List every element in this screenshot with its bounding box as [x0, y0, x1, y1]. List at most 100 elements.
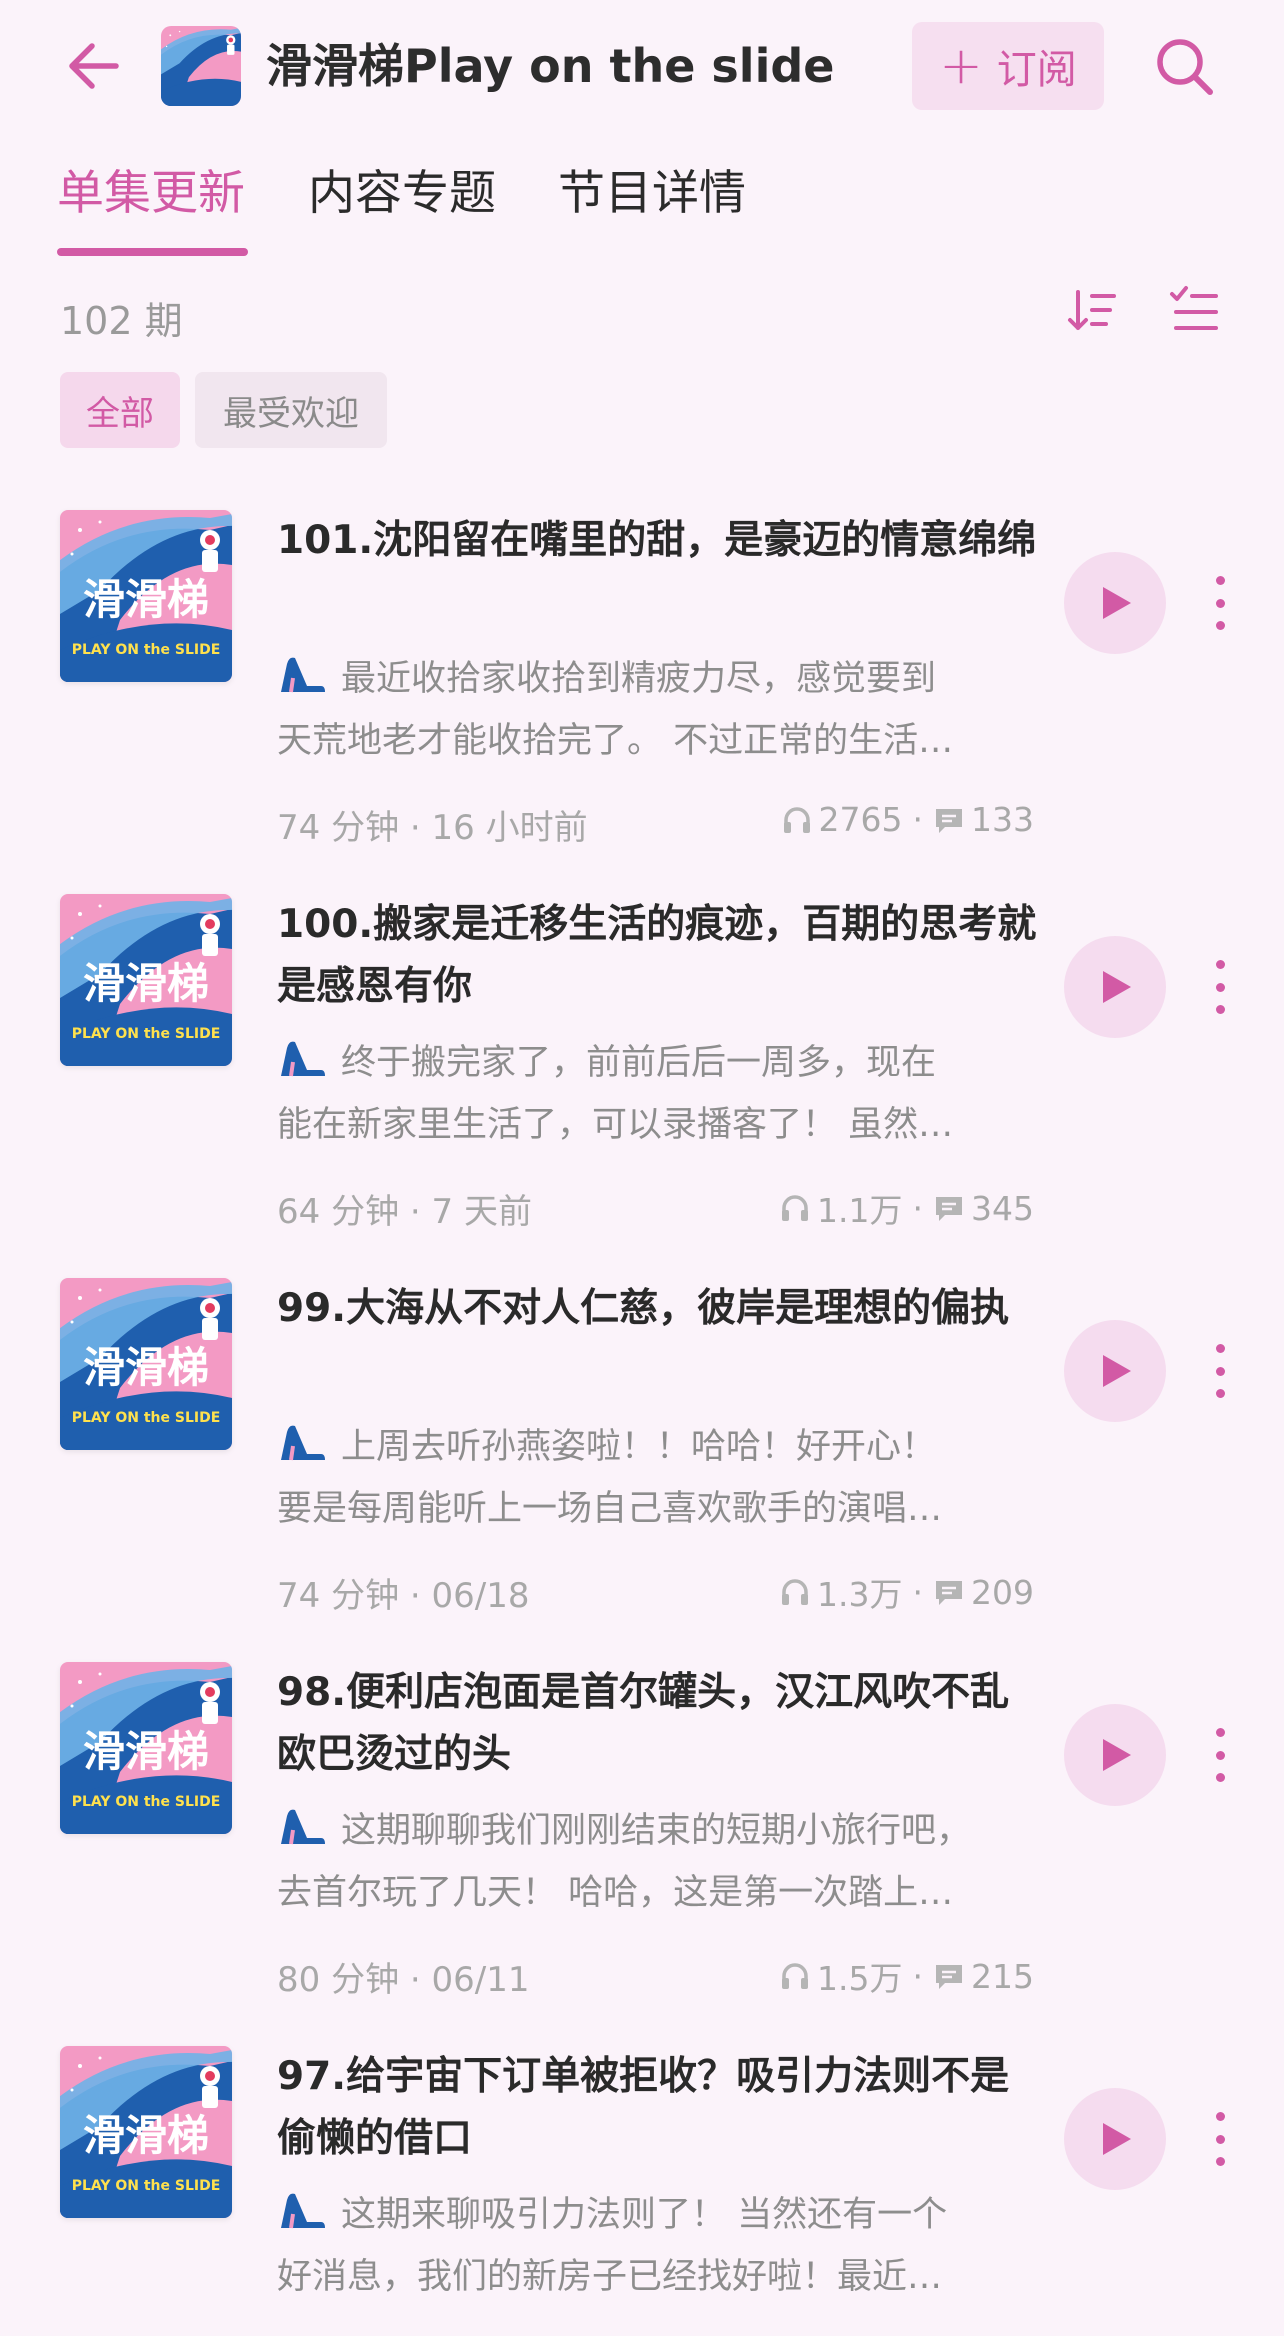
more-dot — [1215, 1344, 1225, 1353]
play-icon — [1103, 1739, 1131, 1771]
headphones-icon — [782, 1195, 809, 1221]
episode-title[interactable]: 99.大海从不对人仁慈，彼岸是理想的偏执 — [277, 1278, 1037, 1402]
episode-description: 上周去听孙燕姿啦！！哈哈！好开心！ 要是每周能听上一场自己喜欢歌手的演唱… — [277, 1416, 1037, 1540]
episode-cover-image[interactable]: 滑滑梯 PLAY ON the SLIDE — [60, 2046, 232, 2218]
subscribe-label: 订阅 — [996, 47, 1077, 93]
episode-description: 最近收拾家收拾到精疲力尽，感觉要到 天荒地老才能收拾完了。 不过正常的生活… — [277, 648, 1037, 772]
episode-description-line: 这期来聊吸引力法则了！ 当然还有一个 — [277, 2184, 1037, 2246]
cover-tagline-text: PLAY ON the SLIDE — [72, 2178, 221, 2194]
high-heel-icon — [281, 1425, 325, 1461]
play-button[interactable] — [1064, 1320, 1166, 1422]
episode-item[interactable]: 滑滑梯 PLAY ON the SLIDE 97.给宇宙下订单被拒收？吸引力法则不是… — [0, 2046, 1284, 2336]
filter-chip-all[interactable]: 全部 — [60, 372, 180, 448]
episode-item[interactable]: 滑滑梯 PLAY ON the SLIDE 100.搬家是迁移生活的痕迹，百期的思考… — [0, 894, 1284, 1278]
meta-separator: · — [399, 1960, 432, 2000]
episode-meta: 74 分钟 · 06/18 — [277, 1568, 530, 1617]
more-options-button[interactable] — [1200, 2104, 1240, 2174]
cover-tagline-text: PLAY ON the SLIDE — [72, 1794, 221, 1810]
play-count: 1.3万 — [817, 1575, 903, 1614]
episode-stats: 1.3万 · 209 — [779, 1568, 1034, 1616]
more-dot — [1215, 2112, 1225, 2121]
episode-date: 06/11 — [431, 1960, 530, 2000]
episode-cover-image[interactable]: 滑滑梯 PLAY ON the SLIDE — [60, 510, 232, 682]
comment-count: 133 — [971, 800, 1034, 839]
episode-cover-image[interactable]: 滑滑梯 PLAY ON the SLIDE — [60, 1278, 232, 1450]
more-options-button[interactable] — [1200, 952, 1240, 1022]
stat-separator: · — [912, 1572, 924, 1612]
episode-description: 这期聊聊我们刚刚结束的短期小旅行吧， 去首尔玩了几天！ 哈哈，这是第一次踏上… — [277, 1800, 1037, 1924]
comment-icon — [936, 1581, 962, 1605]
play-count: 1.1万 — [817, 1191, 903, 1230]
episode-description-line: 上周去听孙燕姿啦！！哈哈！好开心！ — [277, 1416, 1037, 1478]
episode-stats: 1.1万 · 345 — [779, 1184, 1034, 1232]
cover-title-text: 滑滑梯 — [83, 2111, 209, 2160]
meta-separator: · — [399, 1192, 432, 1232]
tab-content-topics[interactable]: 内容专题 — [308, 164, 496, 224]
back-arrow-icon[interactable] — [66, 40, 122, 92]
cover-tagline-text: PLAY ON the SLIDE — [72, 642, 221, 658]
cover-title-text: 滑滑梯 — [83, 1727, 209, 1776]
play-count: 1.5万 — [817, 1959, 903, 1998]
headphones-icon — [782, 1579, 809, 1605]
more-dot — [1215, 598, 1225, 608]
more-options-button[interactable] — [1200, 1720, 1240, 1790]
play-button[interactable] — [1064, 1704, 1166, 1806]
play-button[interactable] — [1064, 936, 1166, 1038]
episode-item[interactable]: 滑滑梯 PLAY ON the SLIDE 101.沈阳留在嘴里的甜，是豪迈的情意绵… — [0, 510, 1284, 894]
comment-icon — [936, 808, 962, 833]
episode-duration: 74 分钟 — [277, 1576, 400, 1616]
episode-stats: 2765 · 133 — [781, 800, 1034, 839]
episode-description-line: 终于搬完家了，前前后后一周多，现在 — [277, 1032, 1037, 1094]
more-dot — [1215, 1366, 1225, 1376]
podcast-episodes-screen: 滑滑梯Play on the slide + 订阅 单集更新 内容专题 节目详情… — [0, 0, 1284, 2336]
episode-count: 102 期 — [60, 299, 183, 343]
desc-line2-text: 要是每周能听上一场自己喜欢歌手的演唱… — [277, 1489, 943, 1529]
desc-line2-text: 能在新家里生活了，可以录播客了！ 虽然… — [277, 1105, 954, 1145]
search-icon[interactable] — [1152, 34, 1216, 98]
stat-separator: · — [912, 1188, 924, 1228]
episode-item[interactable]: 滑滑梯 PLAY ON the SLIDE 99.大海从不对人仁慈，彼岸是理想的偏执… — [0, 1278, 1284, 1662]
headphones-icon — [783, 806, 810, 833]
play-icon — [1103, 587, 1131, 619]
more-dot — [1215, 982, 1225, 992]
cover-title-text: 滑滑梯 — [83, 1343, 209, 1392]
stat-separator: · — [912, 800, 924, 839]
episode-title[interactable]: 97.给宇宙下订单被拒收？吸引力法则不是偷懒的借口 — [277, 2046, 1037, 2170]
more-dot — [1215, 1389, 1225, 1398]
cover-title-text: 滑滑梯 — [83, 959, 209, 1008]
more-dot — [1215, 960, 1225, 969]
comment-icon — [936, 1197, 962, 1221]
episode-date: 7 天前 — [431, 1192, 532, 1232]
episode-cover-image[interactable]: 滑滑梯 PLAY ON the SLIDE — [60, 894, 232, 1066]
high-heel-icon — [281, 1809, 325, 1845]
desc-line1-text: 上周去听孙燕姿啦！！哈哈！好开心！ — [341, 1427, 937, 1467]
episode-title[interactable]: 100.搬家是迁移生活的痕迹，百期的思考就是感恩有你 — [277, 894, 1037, 1018]
episode-description: 终于搬完家了，前前后后一周多，现在能在新家里生活了，可以录播客了！ 虽然… — [277, 1032, 1037, 1156]
tab-bar: 单集更新 内容专题 节目详情 — [0, 150, 1284, 260]
episode-title[interactable]: 101.沈阳留在嘴里的甜，是豪迈的情意绵绵 — [277, 510, 1037, 634]
meta-separator: · — [399, 808, 432, 848]
more-dot — [1215, 1005, 1225, 1014]
episode-duration: 80 分钟 — [277, 1960, 400, 2000]
tab-episode-updates[interactable]: 单集更新 — [57, 164, 245, 224]
meta-separator: · — [399, 1576, 432, 1616]
high-heel-icon — [281, 2193, 325, 2229]
subscribe-button[interactable]: + 订阅 — [912, 22, 1104, 110]
episode-item[interactable]: 滑滑梯 PLAY ON the SLIDE 98.便利店泡面是首尔罐头，汉江风吹不乱… — [0, 1662, 1284, 2046]
play-button[interactable] — [1064, 552, 1166, 654]
sort-order-icon[interactable] — [1066, 284, 1118, 336]
podcast-cover-thumbnail[interactable] — [161, 26, 241, 106]
episode-description-line: 这期聊聊我们刚刚结束的短期小旅行吧， — [277, 1800, 1037, 1862]
multi-select-icon[interactable] — [1168, 284, 1220, 336]
play-button[interactable] — [1064, 2088, 1166, 2190]
more-options-button[interactable] — [1200, 568, 1240, 638]
more-dot — [1215, 1750, 1225, 1760]
episode-title[interactable]: 98.便利店泡面是首尔罐头，汉江风吹不乱欧巴烫过的头 — [277, 1662, 1037, 1786]
tab-program-details[interactable]: 节目详情 — [558, 164, 746, 224]
episode-meta: 80 分钟 · 06/11 — [277, 1952, 530, 2001]
filter-chip-popular[interactable]: 最受欢迎 — [195, 372, 387, 448]
episode-cover-image[interactable]: 滑滑梯 PLAY ON the SLIDE — [60, 1662, 232, 1834]
play-icon — [1103, 2123, 1131, 2155]
headphones-icon — [782, 1963, 809, 1989]
more-options-button[interactable] — [1200, 1336, 1240, 1406]
